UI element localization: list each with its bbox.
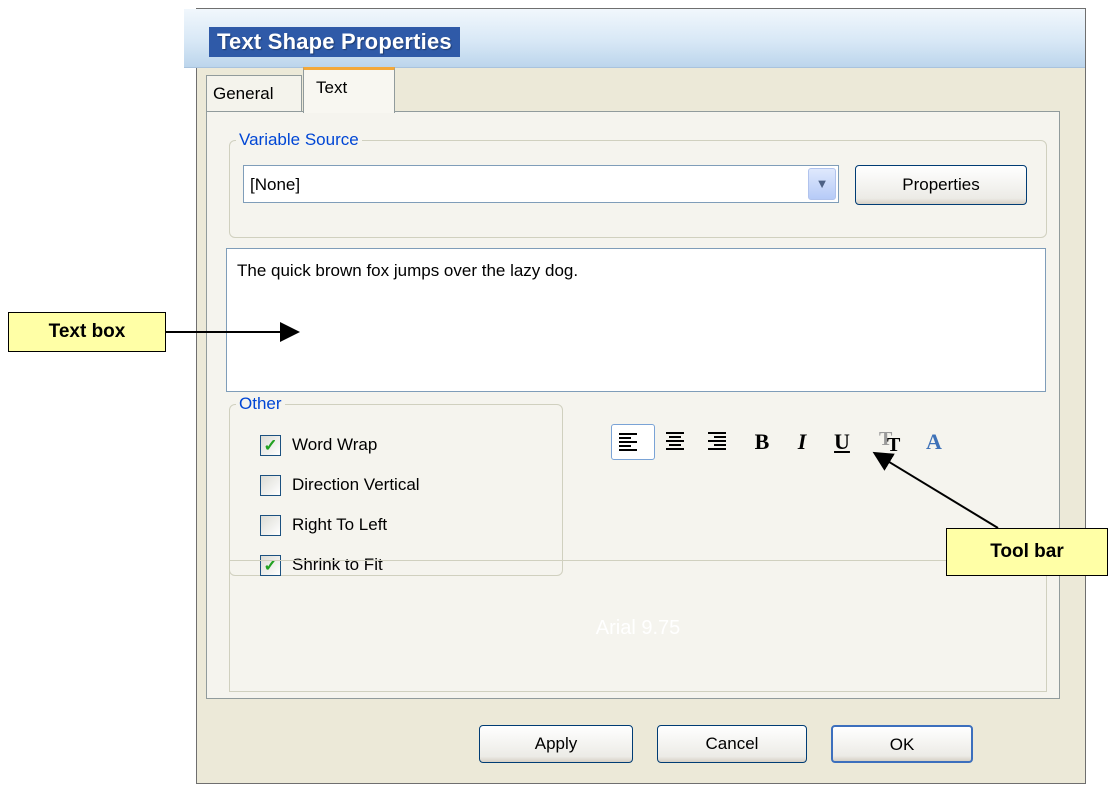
underline-icon: U: [834, 429, 850, 454]
variable-source-select[interactable]: [None] ▼: [243, 165, 839, 203]
bold-button[interactable]: B: [745, 424, 779, 460]
align-right-button[interactable]: [701, 424, 737, 460]
direction-vertical-checkbox[interactable]: [260, 475, 281, 496]
align-center-icon: [666, 432, 684, 452]
right-to-left-label: Right To Left: [292, 515, 388, 534]
ok-button[interactable]: OK: [831, 725, 973, 763]
italic-icon: I: [797, 429, 807, 454]
variable-source-value: [None]: [250, 175, 301, 194]
align-left-icon: [619, 433, 637, 453]
title-bar[interactable]: Text Shape Properties: [184, 9, 1085, 68]
apply-button[interactable]: Apply: [479, 725, 633, 763]
word-wrap-checkbox[interactable]: ✓: [260, 435, 281, 456]
underline-button[interactable]: U: [825, 424, 859, 460]
other-group: Other ✓ Word Wrap Direction Vertical Rig…: [229, 394, 563, 576]
font-icon-overlay: T: [887, 434, 901, 456]
italic-button[interactable]: I: [785, 424, 819, 460]
dropdown-button[interactable]: ▼: [808, 168, 836, 200]
chevron-down-icon: ▼: [815, 176, 829, 191]
dialog-title: Text Shape Properties: [209, 27, 460, 57]
text-shape-properties-dialog: Text Shape Properties General Text Varia…: [184, 8, 1086, 784]
cancel-button[interactable]: Cancel: [657, 725, 807, 763]
font-info-label: Arial 9.75: [595, 617, 681, 639]
variable-source-legend: Variable Source: [236, 130, 362, 150]
text-box-content: The quick brown fox jumps over the lazy …: [237, 261, 579, 280]
properties-button[interactable]: Properties: [855, 165, 1027, 205]
word-wrap-label: Word Wrap: [292, 435, 378, 454]
right-to-left-checkbox[interactable]: [260, 515, 281, 536]
text-tab-panel: Variable Source [None] ▼ Properties The …: [206, 111, 1060, 699]
font-color-button[interactable]: A: [917, 424, 951, 460]
bold-icon: B: [754, 429, 770, 454]
font-preview-area[interactable]: Arial 9.75: [229, 560, 1047, 692]
align-right-icon: [708, 432, 726, 452]
tool-bar-callout: Tool bar: [946, 528, 1108, 576]
align-center-button[interactable]: [659, 424, 695, 460]
variable-source-group: Variable Source [None] ▼ Properties: [229, 130, 1047, 238]
font-button[interactable]: T T: [873, 424, 913, 460]
other-legend: Other: [236, 394, 285, 414]
font-color-icon: A: [926, 429, 942, 454]
tab-general[interactable]: General: [206, 75, 302, 111]
direction-vertical-label: Direction Vertical: [292, 475, 420, 494]
align-left-button[interactable]: [611, 424, 655, 460]
text-box[interactable]: The quick brown fox jumps over the lazy …: [226, 248, 1046, 392]
text-box-callout: Text box: [8, 312, 166, 352]
tab-text[interactable]: Text: [303, 67, 395, 113]
